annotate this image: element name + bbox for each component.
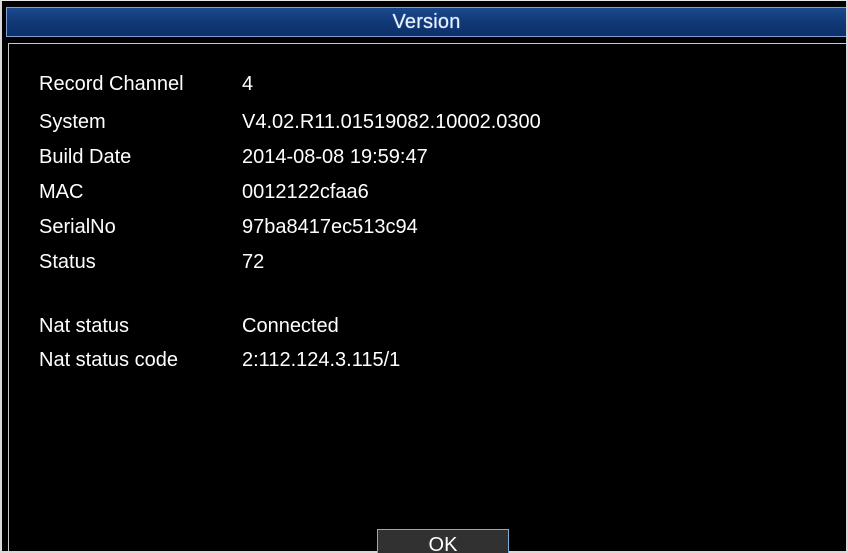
- serialno-value: 97ba8417ec513c94: [242, 216, 418, 238]
- record-channel-value: 4: [242, 73, 254, 95]
- system-label: System: [39, 111, 106, 133]
- build-date-label: Build Date: [39, 146, 132, 168]
- nat-status-value: Connected: [242, 315, 339, 337]
- version-dialog: Version Record Channel 4 System V4.02.R1…: [0, 0, 848, 553]
- build-date-value: 2014-08-08 19:59:47: [242, 146, 428, 168]
- record-channel-label: Record Channel: [39, 73, 184, 95]
- system-value: V4.02.R11.01519082.10002.0300: [242, 111, 541, 133]
- nat-status-label: Nat status: [39, 315, 130, 337]
- status-value: 72: [242, 251, 265, 273]
- serialno-label: SerialNo: [39, 216, 116, 238]
- titlebar: Version: [6, 7, 846, 37]
- nat-status-code-value: 2:112.124.3.115/1: [242, 349, 401, 371]
- ok-button[interactable]: OK: [377, 529, 509, 553]
- mac-value: 0012122cfaa6: [242, 181, 369, 203]
- status-label: Status: [39, 251, 96, 273]
- mac-label: MAC: [39, 181, 84, 203]
- nat-status-code-label: Nat status code: [39, 349, 178, 371]
- dialog-title: Version: [392, 11, 461, 33]
